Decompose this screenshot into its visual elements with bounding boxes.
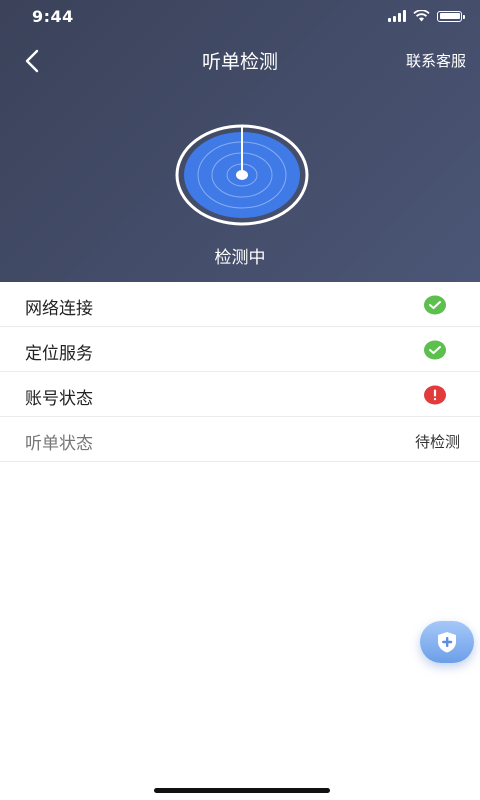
check-row-network[interactable]: 网络连接 (0, 282, 480, 327)
check-row-account[interactable]: 账号状态 (0, 372, 480, 417)
status-bar: 9:44 (0, 0, 480, 36)
check-row-location[interactable]: 定位服务 (0, 327, 480, 372)
check-list: 网络连接 定位服务 账号状态 听单状态 待检测 (0, 282, 480, 462)
home-indicator[interactable] (154, 788, 330, 793)
check-label-location: 定位服务 (25, 344, 93, 364)
check-label-order-listening: 听单状态 (25, 434, 93, 454)
status-icons (388, 10, 465, 22)
check-circle-icon (424, 340, 446, 360)
signal-icon (388, 10, 406, 22)
check-circle-icon (424, 295, 446, 315)
exclamation-icon (424, 385, 446, 405)
check-value-pending: 待检测 (414, 433, 460, 451)
detection-status-label: 检测中 (214, 248, 266, 268)
status-time: 9:44 (32, 7, 74, 26)
check-label-network: 网络连接 (25, 299, 93, 319)
detection-header: 9:44 听单检测 联系客服 检测中 (0, 0, 480, 282)
nav-bar: 听单检测 联系客服 (0, 36, 480, 86)
contact-support-link[interactable]: 联系客服 (406, 50, 466, 71)
plus-shield-icon (438, 632, 456, 653)
radar-scan-icon (175, 124, 309, 226)
wifi-icon (413, 10, 430, 22)
battery-icon (437, 10, 465, 22)
check-label-account: 账号状态 (25, 389, 93, 409)
floating-action-button[interactable] (420, 621, 474, 663)
check-row-order-listening[interactable]: 听单状态 待检测 (0, 417, 480, 462)
